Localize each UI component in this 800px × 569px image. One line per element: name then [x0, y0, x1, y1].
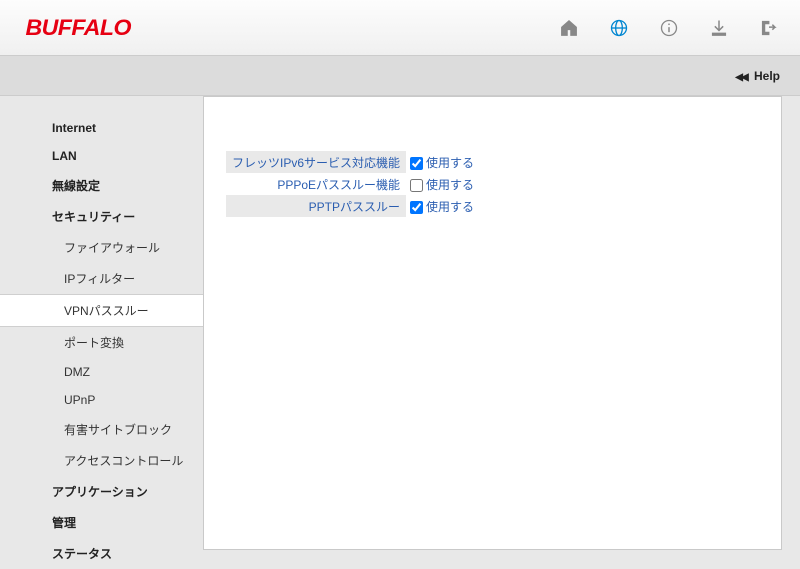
- setting-checkbox[interactable]: [410, 201, 423, 214]
- setting-checkbox-label: 使用する: [426, 156, 474, 170]
- settings-row: PPTPパススルー 使用する: [226, 195, 480, 217]
- setting-value: 使用する: [406, 173, 480, 195]
- logout-icon[interactable]: [758, 17, 780, 39]
- sidebar-item[interactable]: ステータス: [0, 538, 203, 569]
- header: BUFFALO: [0, 0, 800, 56]
- sidebar-item[interactable]: 管理: [0, 507, 203, 538]
- setting-checkbox[interactable]: [410, 157, 423, 170]
- sidebar-item[interactable]: 無線設定: [0, 170, 203, 201]
- setting-value: 使用する: [406, 151, 480, 173]
- content-panel: フレッツIPv6サービス対応機能使用するPPPoEパススルー機能使用するPPTP…: [203, 96, 782, 550]
- sidebar-item[interactable]: Internet: [0, 114, 203, 142]
- sidebar-item[interactable]: LAN: [0, 142, 203, 170]
- sidebar-subitem[interactable]: VPNパススルー: [0, 294, 203, 327]
- sidebar-subitem[interactable]: アクセスコントロール: [0, 445, 203, 476]
- help-bar: ◀◀ Help: [0, 56, 800, 96]
- setting-value: 使用する: [406, 195, 480, 217]
- sidebar-subitem[interactable]: ポート変換: [0, 327, 203, 358]
- setting-checkbox[interactable]: [410, 179, 423, 192]
- settings-table: フレッツIPv6サービス対応機能使用するPPPoEパススルー機能使用するPPTP…: [226, 151, 480, 217]
- help-link[interactable]: ◀◀ Help: [735, 69, 780, 83]
- header-toolbar: [558, 17, 780, 39]
- sidebar-item[interactable]: アプリケーション: [0, 476, 203, 507]
- sidebar-subitem[interactable]: 有害サイトブロック: [0, 414, 203, 445]
- sidebar-subitem[interactable]: ファイアウォール: [0, 232, 203, 263]
- info-icon[interactable]: [658, 17, 680, 39]
- globe-icon[interactable]: [608, 17, 630, 39]
- download-icon[interactable]: [708, 17, 730, 39]
- brand-logo: BUFFALO: [25, 15, 130, 41]
- setting-label: PPTPパススルー: [226, 195, 406, 217]
- sidebar-subitem[interactable]: IPフィルター: [0, 263, 203, 294]
- setting-label: フレッツIPv6サービス対応機能: [226, 151, 406, 173]
- sidebar-subitem[interactable]: UPnP: [0, 386, 203, 414]
- sidebar-subitem[interactable]: DMZ: [0, 358, 203, 386]
- settings-row: フレッツIPv6サービス対応機能 使用する: [226, 151, 480, 173]
- home-icon[interactable]: [558, 17, 580, 39]
- settings-row: PPPoEパススルー機能 使用する: [226, 173, 480, 195]
- setting-checkbox-label: 使用する: [426, 178, 474, 192]
- sidebar: InternetLAN無線設定セキュリティーファイアウォールIPフィルターVPN…: [0, 96, 203, 568]
- setting-label: PPPoEパススルー機能: [226, 173, 406, 195]
- sidebar-item[interactable]: セキュリティー: [0, 201, 203, 232]
- setting-checkbox-label: 使用する: [426, 200, 474, 214]
